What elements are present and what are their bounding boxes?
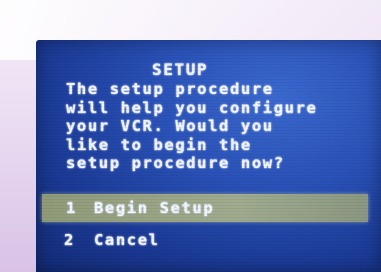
setup-title: SETUP bbox=[152, 60, 209, 79]
option-number: 2 bbox=[64, 231, 75, 249]
begin-setup-option[interactable]: 1 Begin Setup bbox=[42, 194, 368, 222]
option-label: Cancel bbox=[94, 231, 160, 249]
photo-frame: SETUP The setup procedure will help you … bbox=[0, 0, 381, 272]
option-number: 1 bbox=[66, 199, 77, 217]
cancel-option[interactable]: 2 Cancel bbox=[36, 226, 381, 254]
vcr-osd-screen: SETUP The setup procedure will help you … bbox=[36, 40, 381, 272]
option-label: Begin Setup bbox=[94, 199, 215, 217]
setup-message: The setup procedure will help you config… bbox=[66, 80, 318, 173]
